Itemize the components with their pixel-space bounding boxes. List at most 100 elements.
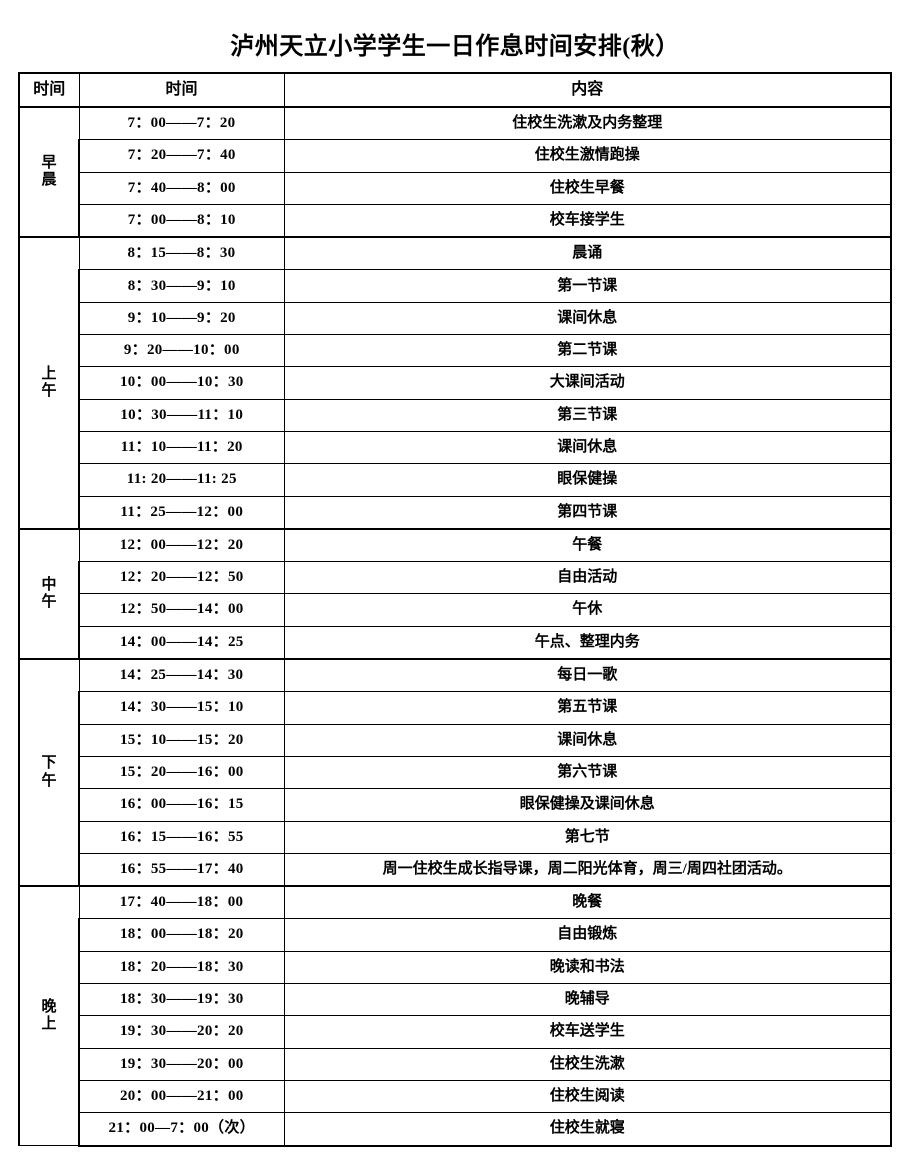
time-range-cell: 10：00——10：30 bbox=[78, 366, 285, 400]
time-range-cell: 11: 20——11: 25 bbox=[78, 463, 285, 497]
table-header-row: 时间 时间 内容 bbox=[18, 72, 892, 108]
activity-cell: 晚餐 bbox=[283, 885, 892, 920]
time-range-cell: 16：15——16：55 bbox=[78, 820, 285, 854]
activity-cell: 午休 bbox=[283, 593, 892, 627]
period-label-1: 上午 bbox=[18, 236, 80, 530]
activity-cell: 校车接学生 bbox=[283, 203, 892, 238]
activity-cell: 住校生洗漱 bbox=[283, 1047, 892, 1081]
period-label-char: 中 bbox=[41, 576, 57, 593]
activity-cell: 每日一歌 bbox=[283, 658, 892, 693]
activity-cell: 自由活动 bbox=[283, 561, 892, 595]
time-range-cell: 18：00——18：20 bbox=[78, 918, 285, 952]
table-row: 下午 14：25——14：30 每日一歌 bbox=[18, 658, 892, 887]
time-range-cell: 18：30——19：30 bbox=[78, 983, 285, 1017]
activity-cell: 眼保健操 bbox=[283, 463, 892, 497]
table-row: 16：15——16：55 第七节 bbox=[19, 820, 892, 854]
time-range-cell: 12：50——14：00 bbox=[78, 593, 285, 627]
table-row: 15：20——16：00 第六节课 bbox=[19, 755, 892, 790]
period-label-char: 晨 bbox=[41, 172, 57, 189]
table-row: 11：25——12：00 第四节课 bbox=[19, 495, 892, 530]
header-content: 内容 bbox=[283, 72, 892, 108]
table-row: 14：00——14：25 午点、整理内务 bbox=[19, 625, 892, 660]
table-row: 11: 20——11: 25 眼保健操 bbox=[19, 463, 892, 497]
activity-cell: 第四节课 bbox=[283, 495, 892, 530]
table-row: 9：20——10：00 第二节课 bbox=[19, 334, 892, 368]
activity-cell: 第一节课 bbox=[283, 269, 892, 303]
time-range-cell: 20：00——21：00 bbox=[78, 1079, 285, 1114]
period-label-stack: 早晨 bbox=[20, 155, 78, 190]
time-range-cell: 16：55——17：40 bbox=[78, 852, 285, 887]
table-row: 晚上 17：40——18：00 晚餐 bbox=[18, 885, 892, 1147]
table-row: 18：00——18：20 自由锻炼 bbox=[19, 918, 892, 952]
activity-cell: 住校生洗漱及内务整理 bbox=[283, 106, 892, 141]
period-label-3: 下午 bbox=[18, 658, 80, 887]
period-label-stack: 中午 bbox=[20, 577, 78, 612]
activity-cell: 晨诵 bbox=[283, 236, 892, 271]
table-row: 10：00——10：30 大课间活动 bbox=[19, 366, 892, 400]
daily-schedule-table: 时间 时间 内容 早晨 7：00——7：20 住校生洗漱及内务整理 7：20——7：4… bbox=[18, 72, 892, 1147]
table-row: 19：30——20：20 校车送学生 bbox=[19, 1015, 892, 1049]
period-label-char: 午 bbox=[41, 593, 57, 610]
page-root: 泸州天立小学学生一日作息时间安排(秋） 时间 时间 内容 早晨 7：00——7：2… bbox=[0, 0, 910, 1156]
table-row: 15：10——15：20 课间休息 bbox=[19, 723, 892, 757]
activity-cell: 校车送学生 bbox=[283, 1015, 892, 1049]
period-label-2: 中午 bbox=[18, 527, 80, 660]
activity-cell: 第五节课 bbox=[283, 691, 892, 725]
activity-cell: 晚辅导 bbox=[283, 983, 892, 1017]
activity-cell: 课间休息 bbox=[283, 723, 892, 757]
time-range-cell: 15：20——16：00 bbox=[78, 755, 285, 790]
table-row: 19：30——20：00 住校生洗漱 bbox=[19, 1047, 892, 1081]
table-row: 12：20——12：50 自由活动 bbox=[19, 561, 892, 595]
time-range-cell: 15：10——15：20 bbox=[78, 723, 285, 757]
time-range-cell: 10：30——11：10 bbox=[78, 398, 285, 432]
schedule-table-body: 时间 时间 内容 早晨 7：00——7：20 住校生洗漱及内务整理 7：20——7：4… bbox=[18, 72, 892, 1147]
time-range-cell: 17：40——18：00 bbox=[78, 885, 285, 920]
period-label-char: 下 bbox=[41, 755, 57, 772]
period-label-stack: 上午 bbox=[20, 366, 78, 401]
table-row: 12：50——14：00 午休 bbox=[19, 593, 892, 627]
table-row: 7：20——7：40 住校生激情跑操 bbox=[19, 139, 892, 173]
activity-cell: 午点、整理内务 bbox=[283, 625, 892, 660]
table-row: 20：00——21：00 住校生阅读 bbox=[19, 1079, 892, 1114]
time-range-cell: 11：10——11：20 bbox=[78, 430, 285, 465]
period-label-char: 午 bbox=[41, 383, 57, 400]
activity-cell: 课间休息 bbox=[283, 301, 892, 336]
table-row: 18：30——19：30 晚辅导 bbox=[19, 983, 892, 1017]
activity-cell: 自由锻炼 bbox=[283, 918, 892, 952]
table-row: 早晨 7：00——7：20 住校生洗漱及内务整理 bbox=[18, 105, 892, 238]
table-row: 11：10——11：20 课间休息 bbox=[19, 430, 892, 465]
period-label-char: 上 bbox=[41, 1016, 57, 1033]
time-range-cell: 7：20——7：40 bbox=[78, 139, 285, 173]
activity-cell: 住校生激情跑操 bbox=[283, 139, 892, 173]
table-row: 7：00——8：10 校车接学生 bbox=[19, 203, 892, 238]
period-label-stack: 晚上 bbox=[20, 999, 78, 1034]
activity-cell: 课间休息 bbox=[283, 430, 892, 465]
period-label-stack: 下午 bbox=[20, 755, 78, 790]
time-range-cell: 18：20——18：30 bbox=[78, 950, 285, 985]
period-label-char: 上 bbox=[41, 365, 57, 382]
activity-cell: 大课间活动 bbox=[283, 366, 892, 400]
table-row: 10：30——11：10 第三节课 bbox=[19, 398, 892, 432]
time-range-cell: 8：15——8：30 bbox=[78, 236, 285, 271]
time-range-cell: 14：30——15：10 bbox=[78, 691, 285, 725]
table-row: 8：30——9：10 第一节课 bbox=[19, 269, 892, 303]
table-row: 上午 8：15——8：30 晨诵 bbox=[18, 236, 892, 530]
activity-cell: 住校生阅读 bbox=[283, 1079, 892, 1114]
period-label-char: 午 bbox=[41, 772, 57, 789]
time-range-cell: 12：20——12：50 bbox=[78, 561, 285, 595]
period-label-char: 晚 bbox=[41, 998, 57, 1015]
time-range-cell: 7：00——7：20 bbox=[78, 106, 285, 141]
page-title: 泸州天立小学学生一日作息时间安排(秋） bbox=[230, 34, 680, 60]
activity-cell: 住校生就寝 bbox=[283, 1112, 892, 1147]
activity-cell: 第六节课 bbox=[283, 755, 892, 790]
table-row: 21：00—7：00（次） 住校生就寝 bbox=[19, 1112, 892, 1147]
period-label-char: 早 bbox=[41, 154, 57, 171]
time-range-cell: 19：30——20：20 bbox=[78, 1015, 285, 1049]
time-range-cell: 11：25——12：00 bbox=[78, 495, 285, 530]
period-label-4: 晚上 bbox=[18, 885, 80, 1147]
time-range-cell: 9：10——9：20 bbox=[78, 301, 285, 336]
table-row: 中午 12：00——12：20 午餐 bbox=[18, 527, 892, 660]
activity-cell: 住校生早餐 bbox=[283, 171, 892, 205]
table-row: 14：30——15：10 第五节课 bbox=[19, 691, 892, 725]
table-row: 16：00——16：15 眼保健操及课间休息 bbox=[19, 788, 892, 822]
